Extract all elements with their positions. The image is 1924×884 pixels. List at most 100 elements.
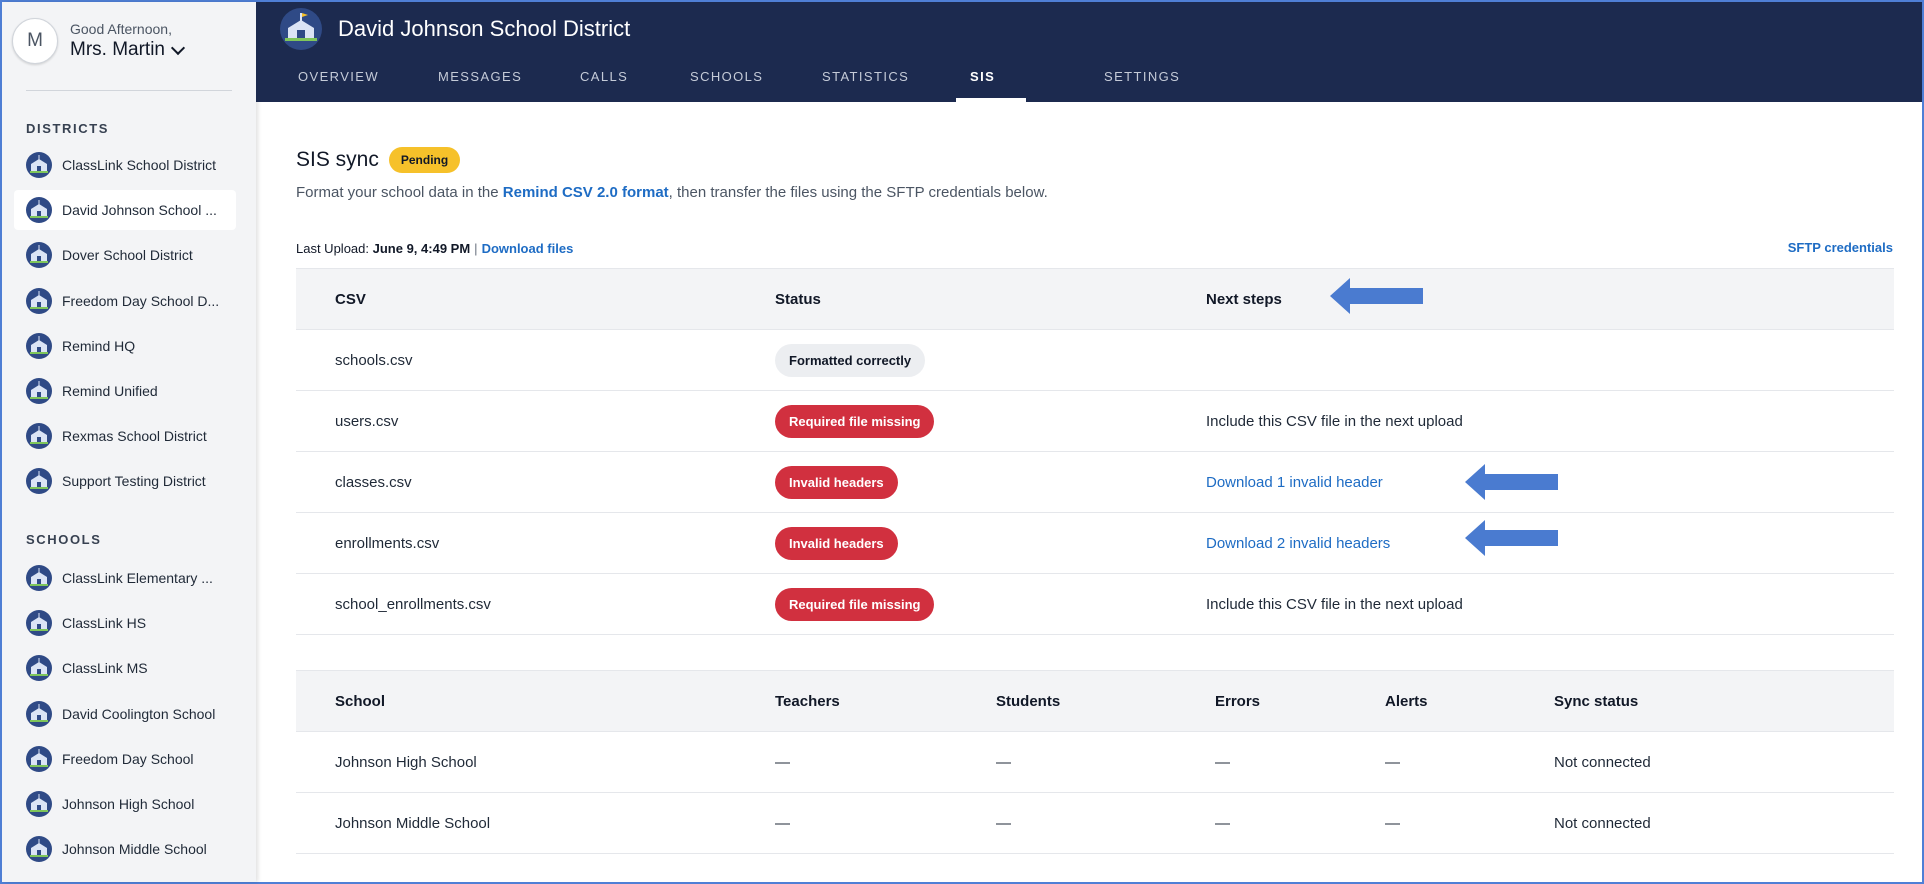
sidebar-district-item[interactable]: Support Testing District [14, 461, 236, 501]
sidebar-school-item[interactable]: Johnson High School [14, 784, 236, 824]
col-header-errors: Errors [1215, 670, 1385, 732]
sidebar-district-item[interactable]: Freedom Day School D... [14, 281, 236, 321]
alerts-count: — [1385, 731, 1554, 793]
school-name: Johnson High School [296, 731, 775, 793]
status-badge: Formatted correctly [775, 343, 926, 377]
sidebar-district-item[interactable]: Remind Unified [14, 371, 236, 411]
sidebar-district-item-label: Remind HQ [62, 337, 136, 354]
sidebar-district-item-label: Remind Unified [62, 383, 158, 399]
sidebar-school-item[interactable]: David Coolington School [14, 694, 236, 734]
students-count: — [996, 731, 1215, 793]
next-steps-cell: Include this CSV file in the next upload [1206, 390, 1894, 452]
sidebar-school-item-label: Johnson Middle School [62, 841, 207, 858]
next-step-text: Include this CSV file in the next upload [1206, 595, 1463, 613]
csv-format-link[interactable]: Remind CSV 2.0 format [503, 184, 669, 201]
download-files-link[interactable]: Download files [482, 241, 574, 256]
sidebar-district-item[interactable]: David Johnson School ... [14, 190, 236, 231]
table-row: schools.csv Formatted correctly [296, 329, 1894, 391]
next-step-text: Include this CSV file in the next upload [1206, 412, 1463, 430]
school-sync-table: School Teachers Students Errors Alerts S… [296, 670, 1894, 854]
status-badge: Invalid headers [775, 526, 898, 560]
csv-file-name: classes.csv [296, 451, 775, 513]
col-header-alerts: Alerts [1385, 670, 1554, 732]
tab-messages[interactable]: MESSAGES [438, 60, 522, 102]
col-header-teachers: Teachers [775, 670, 996, 732]
sidebar-school-item-label: Johnson High School [62, 796, 195, 812]
school-building-icon [26, 197, 52, 224]
school-building-icon [280, 8, 322, 50]
tab-statistics[interactable]: STATISTICS [822, 60, 909, 102]
csv-status-cell: Formatted correctly [775, 329, 1206, 391]
csv-status-cell: Required file missing [775, 390, 1206, 452]
download-invalid-headers-link[interactable]: Download 2 invalid headers [1206, 535, 1390, 552]
school-building-icon [26, 565, 52, 591]
csv-file-name: schools.csv [296, 329, 775, 391]
errors-count: — [1215, 731, 1385, 793]
district-title: David Johnson School District [338, 16, 631, 41]
sidebar-district-item[interactable]: Remind HQ [14, 326, 236, 366]
csv-table-header: CSV Status Next steps [296, 268, 1894, 330]
sidebar-school-item-label: ClassLink HS [62, 615, 147, 632]
sidebar-district-item[interactable]: ClassLink School District [14, 145, 236, 185]
user-menu[interactable]: M Good Afternoon, Mrs. Martin [12, 18, 186, 64]
sidebar-district-item-label: Freedom Day School D... [62, 292, 220, 309]
desc-text-post: , then transfer the files using the SFTP… [668, 184, 1048, 201]
teachers-count: — [775, 731, 996, 793]
students-count: — [996, 792, 1215, 854]
schools-heading: SCHOOLS [26, 532, 102, 547]
table-row: users.csv Required file missing Include th… [296, 390, 1894, 452]
left-arrow-icon [1465, 464, 1558, 500]
sidebar-district-item-label: David Johnson School ... [62, 202, 217, 219]
col-header-students: Students [996, 670, 1215, 732]
sidebar-school-item[interactable]: ClassLink Elementary ... [14, 558, 236, 598]
sidebar-divider [26, 90, 232, 91]
left-arrow-icon [1330, 278, 1423, 314]
sftp-credentials-link[interactable]: SFTP credentials [1788, 240, 1893, 255]
status-badge: Required file missing [775, 587, 935, 621]
tab-settings[interactable]: SETTINGS [1104, 60, 1180, 102]
tab-sis-sync[interactable]: SIS SYNC [956, 60, 1026, 118]
left-arrow-icon [1465, 520, 1558, 556]
sidebar-school-item[interactable]: ClassLink MS [14, 648, 236, 688]
school-name: Johnson Middle School [296, 792, 775, 854]
tab-overview[interactable]: OVERVIEW [298, 60, 379, 102]
col-header-next-steps: Next steps [1206, 268, 1894, 330]
csv-status-cell: Invalid headers [775, 512, 1206, 574]
sidebar-school-item[interactable]: Freedom Day School [14, 739, 236, 779]
sidebar-school-item-label: ClassLink Elementary ... [62, 570, 213, 586]
sidebar-school-item-label: Freedom Day School [62, 750, 194, 767]
upload-separator: | [474, 241, 478, 256]
csv-status-cell: Required file missing [775, 573, 1206, 635]
school-building-icon [26, 332, 52, 359]
last-upload: Last Upload: June 9, 4:49 PM | Download fi… [296, 241, 573, 256]
sidebar-district-item[interactable]: Rexmas School District [14, 416, 236, 456]
greeting: Good Afternoon, [70, 21, 172, 37]
desc-text-pre: Format your school data in the [296, 184, 503, 201]
last-upload-label: Last Upload: [296, 241, 369, 256]
sidebar-school-item[interactable]: ClassLink HS [14, 603, 236, 643]
sidebar-district-item-label: Support Testing District [62, 473, 206, 490]
school-building-icon [26, 836, 52, 863]
tab-calls[interactable]: CALLS [580, 60, 628, 102]
sidebar-district-item[interactable]: Dover School District [14, 235, 236, 275]
user-name: Mrs. Martin [70, 39, 165, 60]
sidebar-school-item-label: ClassLink MS [62, 660, 148, 677]
download-invalid-headers-link[interactable]: Download 1 invalid header [1206, 474, 1383, 491]
sidebar-school-item[interactable]: Johnson Middle School [14, 829, 236, 869]
school-building-icon [26, 378, 52, 404]
alerts-count: — [1385, 792, 1554, 854]
sync-status: Not connected [1554, 731, 1894, 793]
col-header-csv: CSV [296, 268, 775, 330]
teachers-count: — [775, 792, 996, 854]
user-name-dropdown[interactable]: Mrs. Martin [70, 39, 186, 61]
table-row[interactable]: Johnson Middle School — — — — Not connected [296, 792, 1894, 854]
avatar[interactable]: M [12, 18, 58, 64]
school-building-icon [26, 655, 52, 682]
page-title: SIS sync Pending [296, 147, 461, 173]
sidebar-district-item-label: Dover School District [62, 247, 193, 264]
table-row: classes.csv Invalid headers Download 1 inv… [296, 451, 1894, 513]
status-badge: Invalid headers [775, 465, 898, 499]
tab-schools[interactable]: SCHOOLS [690, 60, 763, 102]
school-building-icon [26, 242, 52, 269]
table-row[interactable]: Johnson High School — — — — Not connected [296, 731, 1894, 793]
